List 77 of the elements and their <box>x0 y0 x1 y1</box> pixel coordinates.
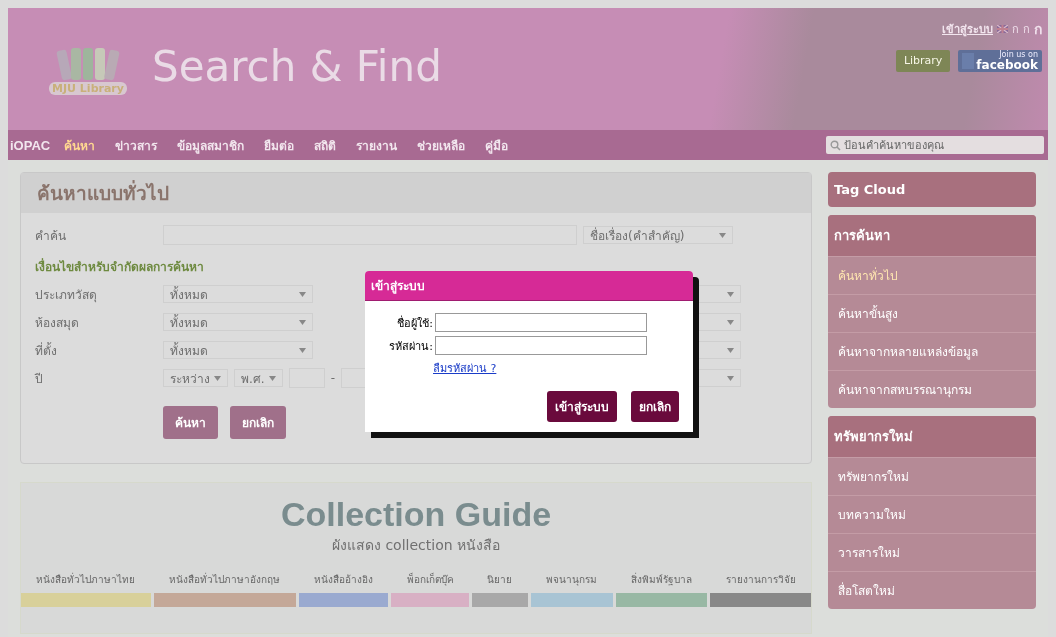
dialog-title: เข้าสู่ระบบ <box>365 271 693 301</box>
caret-icon <box>299 319 306 325</box>
filter-select[interactable]: ทั้งหมด <box>163 313 313 331</box>
guide-title: Collection Guide <box>280 495 552 534</box>
font-size-link[interactable]: ก <box>1023 20 1030 38</box>
nav-item[interactable]: รายงาน <box>356 135 398 155</box>
login-link[interactable]: เข้าสู่ระบบ <box>942 20 993 38</box>
search-icon <box>830 140 841 151</box>
filter-select[interactable]: ทั้งหมด <box>163 341 313 359</box>
sidebar-item[interactable]: ค้นหาจากสหบรรณานุกรม <box>828 370 1036 408</box>
caret-icon <box>299 291 306 297</box>
library-badge[interactable]: Library <box>895 50 951 72</box>
sidebar-item[interactable]: ค้นหาทั่วไป <box>828 256 1036 294</box>
nav-item[interactable]: สถิติ <box>314 135 337 155</box>
category-label: พ็อกเก็ตบุ๊ค <box>405 572 455 587</box>
guide-subtitle: ผังแสดง collection หนังสือ <box>331 536 501 555</box>
nav-item[interactable]: คู่มือ <box>485 135 509 155</box>
panel-title: ค้นหาแบบทั่วไป <box>37 179 169 206</box>
caret-icon <box>727 347 734 353</box>
category-label: หนังสือทั่วไปภาษาอังกฤษ <box>168 572 282 587</box>
uk-flag-icon[interactable] <box>997 25 1008 33</box>
caret-icon <box>727 319 734 325</box>
era-select[interactable]: พ.ศ. <box>234 369 283 387</box>
search-button[interactable]: ค้นหา <box>163 406 218 439</box>
sidebar-item[interactable]: ค้นหาขั้นสูง <box>828 294 1036 332</box>
caret-icon <box>214 375 221 381</box>
field-label: ประเภทวัสดุ <box>35 286 98 304</box>
sidebar-heading[interactable]: การค้นหา <box>828 215 1036 256</box>
field-label: ห้องสมุด <box>35 314 80 332</box>
nav-item[interactable]: ค้นหา <box>64 135 96 155</box>
logo-text: MJU Library <box>49 81 127 95</box>
sidebar-heading[interactable]: Tag Cloud <box>828 172 1036 207</box>
facebook-badge[interactable]: Join us on facebook <box>958 50 1042 72</box>
field-label: ที่ตั้ง <box>35 341 58 360</box>
category-label: หนังสือทั่วไปภาษาไทย <box>35 572 137 587</box>
category-label: นิยาย <box>486 573 514 587</box>
search-field[interactable]: ป้อนคำค้นหาของคุณ <box>826 136 1044 154</box>
field-label: คำค้น <box>35 227 67 245</box>
category-label: พจนานุกรม <box>545 573 599 587</box>
nav-item[interactable]: ช่วยเหลือ <box>417 135 466 155</box>
facebook-label: facebook <box>976 59 1038 71</box>
caret-icon <box>299 347 306 353</box>
nav-item[interactable]: ยืมต่อ <box>264 135 295 155</box>
category-label: รายงานการวิจัย <box>724 573 797 587</box>
sidebar-item[interactable]: บทความใหม่ <box>828 495 1036 533</box>
sidebar-item[interactable]: ค้นหาจากหลายแหล่งข้อมูล <box>828 332 1036 370</box>
sidebar-item[interactable]: ทรัพยากรใหม่ <box>828 457 1036 495</box>
sidebar-item[interactable]: วารสารใหม่ <box>828 533 1036 571</box>
password-label: รหัสผ่าน: <box>388 338 433 355</box>
conditions-heading: เงื่อนไขสำหรับจำกัดผลการค้นหา <box>35 257 205 276</box>
filter-select[interactable]: ทั้งหมด <box>163 285 313 303</box>
sidebar-heading[interactable]: ทรัพยากรใหม่ <box>828 416 1036 457</box>
caret-icon <box>268 375 276 381</box>
font-size-link[interactable]: ก <box>1012 20 1019 38</box>
nav-item[interactable]: ข้อมูลสมาชิก <box>177 135 245 155</box>
username-label: ชื่อผู้ใช้: <box>396 314 433 332</box>
nav-brand[interactable]: iOPAC <box>8 137 65 153</box>
nav-item[interactable]: ข่าวสาร <box>115 135 158 155</box>
field-label: ปี <box>35 370 44 388</box>
sidebar-item[interactable]: สื่อโสตใหม่ <box>828 571 1036 609</box>
password-field[interactable] <box>435 336 647 355</box>
range-separator: - <box>330 371 335 385</box>
facebook-caption: Join us on <box>999 51 1038 59</box>
username-field[interactable] <box>435 313 647 332</box>
caret-icon <box>727 291 734 297</box>
font-size-link[interactable]: ก <box>1034 18 1042 40</box>
cancel-button[interactable]: ยกเลิก <box>230 406 286 439</box>
category-label: หนังสืออ้างอิง <box>312 573 374 587</box>
category-label: สิ่งพิมพ์รัฐบาล <box>629 572 693 587</box>
field-select[interactable]: ชื่อเรื่อง(คำสำคัญ) <box>583 226 733 244</box>
site-title: Search & Find <box>152 41 442 91</box>
forgot-password-link[interactable]: ลืมรหัสผ่าน ? <box>433 359 679 377</box>
login-button[interactable]: เข้าสู่ระบบ <box>547 391 617 422</box>
range-select[interactable]: ระหว่าง <box>163 369 228 387</box>
cancel-button[interactable]: ยกเลิก <box>631 391 679 422</box>
caret-icon <box>727 375 734 381</box>
caret-icon <box>719 232 726 238</box>
